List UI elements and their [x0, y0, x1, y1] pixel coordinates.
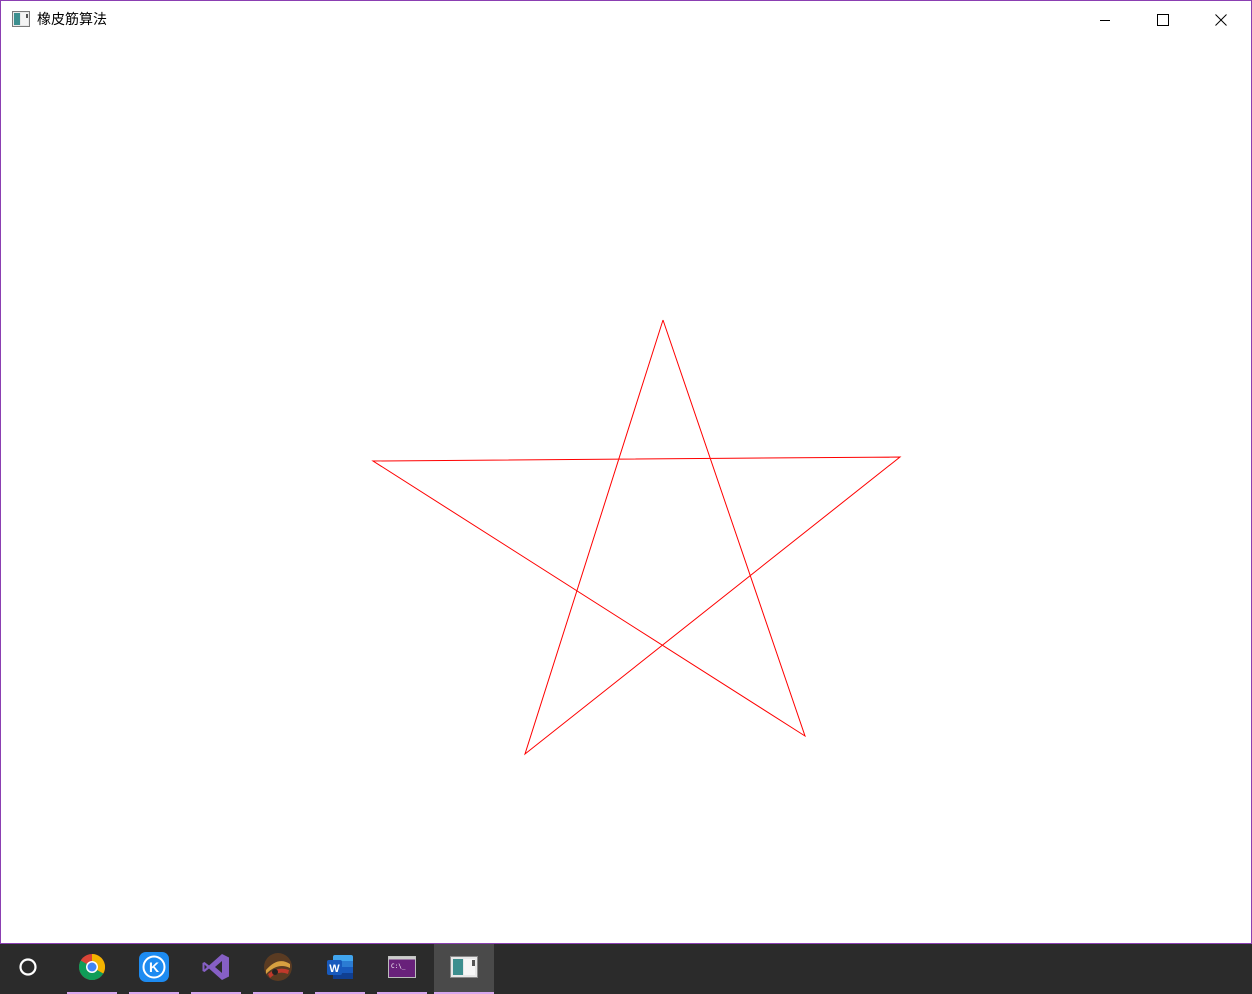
taskbar-item-word[interactable]: W	[314, 944, 366, 994]
window-title: 橡皮筋算法	[37, 12, 107, 28]
taskbar-item-chrome[interactable]	[66, 944, 118, 994]
taskbar: K W C:\_	[0, 944, 1252, 994]
word-icon: W	[325, 952, 355, 986]
maximize-button[interactable]	[1134, 1, 1192, 39]
svg-text:W: W	[329, 963, 340, 975]
title-bar[interactable]: 橡皮筋算法	[1, 1, 1251, 39]
minimize-icon	[1099, 11, 1111, 30]
visual-studio-icon	[201, 952, 231, 986]
minimize-button[interactable]	[1076, 1, 1134, 39]
kugou-music-icon: K	[139, 952, 169, 986]
app-window-icon	[450, 956, 478, 982]
search-button[interactable]	[0, 944, 56, 994]
close-icon	[1215, 11, 1227, 30]
svg-text:C:\_: C:\_	[391, 963, 406, 970]
taskbar-item-visual-studio[interactable]	[190, 944, 242, 994]
close-button[interactable]	[1192, 1, 1250, 39]
console-icon: C:\_	[388, 956, 416, 982]
taskbar-item-kugou[interactable]: K	[128, 944, 180, 994]
svg-text:K: K	[149, 959, 159, 975]
app-window: 橡皮筋算法	[0, 0, 1252, 944]
taskbar-item-game[interactable]	[252, 944, 304, 994]
star-drawing	[371, 319, 902, 756]
game-app-icon	[263, 952, 293, 986]
app-window-icon[interactable]	[12, 11, 30, 27]
chrome-icon	[78, 953, 106, 985]
cortana-search-icon	[18, 957, 38, 981]
maximize-icon	[1157, 11, 1169, 30]
star-line	[371, 319, 902, 756]
drawing-canvas[interactable]	[1, 39, 1251, 943]
taskbar-item-console[interactable]: C:\_	[376, 944, 428, 994]
taskbar-item-rubberband-app[interactable]	[434, 944, 494, 994]
